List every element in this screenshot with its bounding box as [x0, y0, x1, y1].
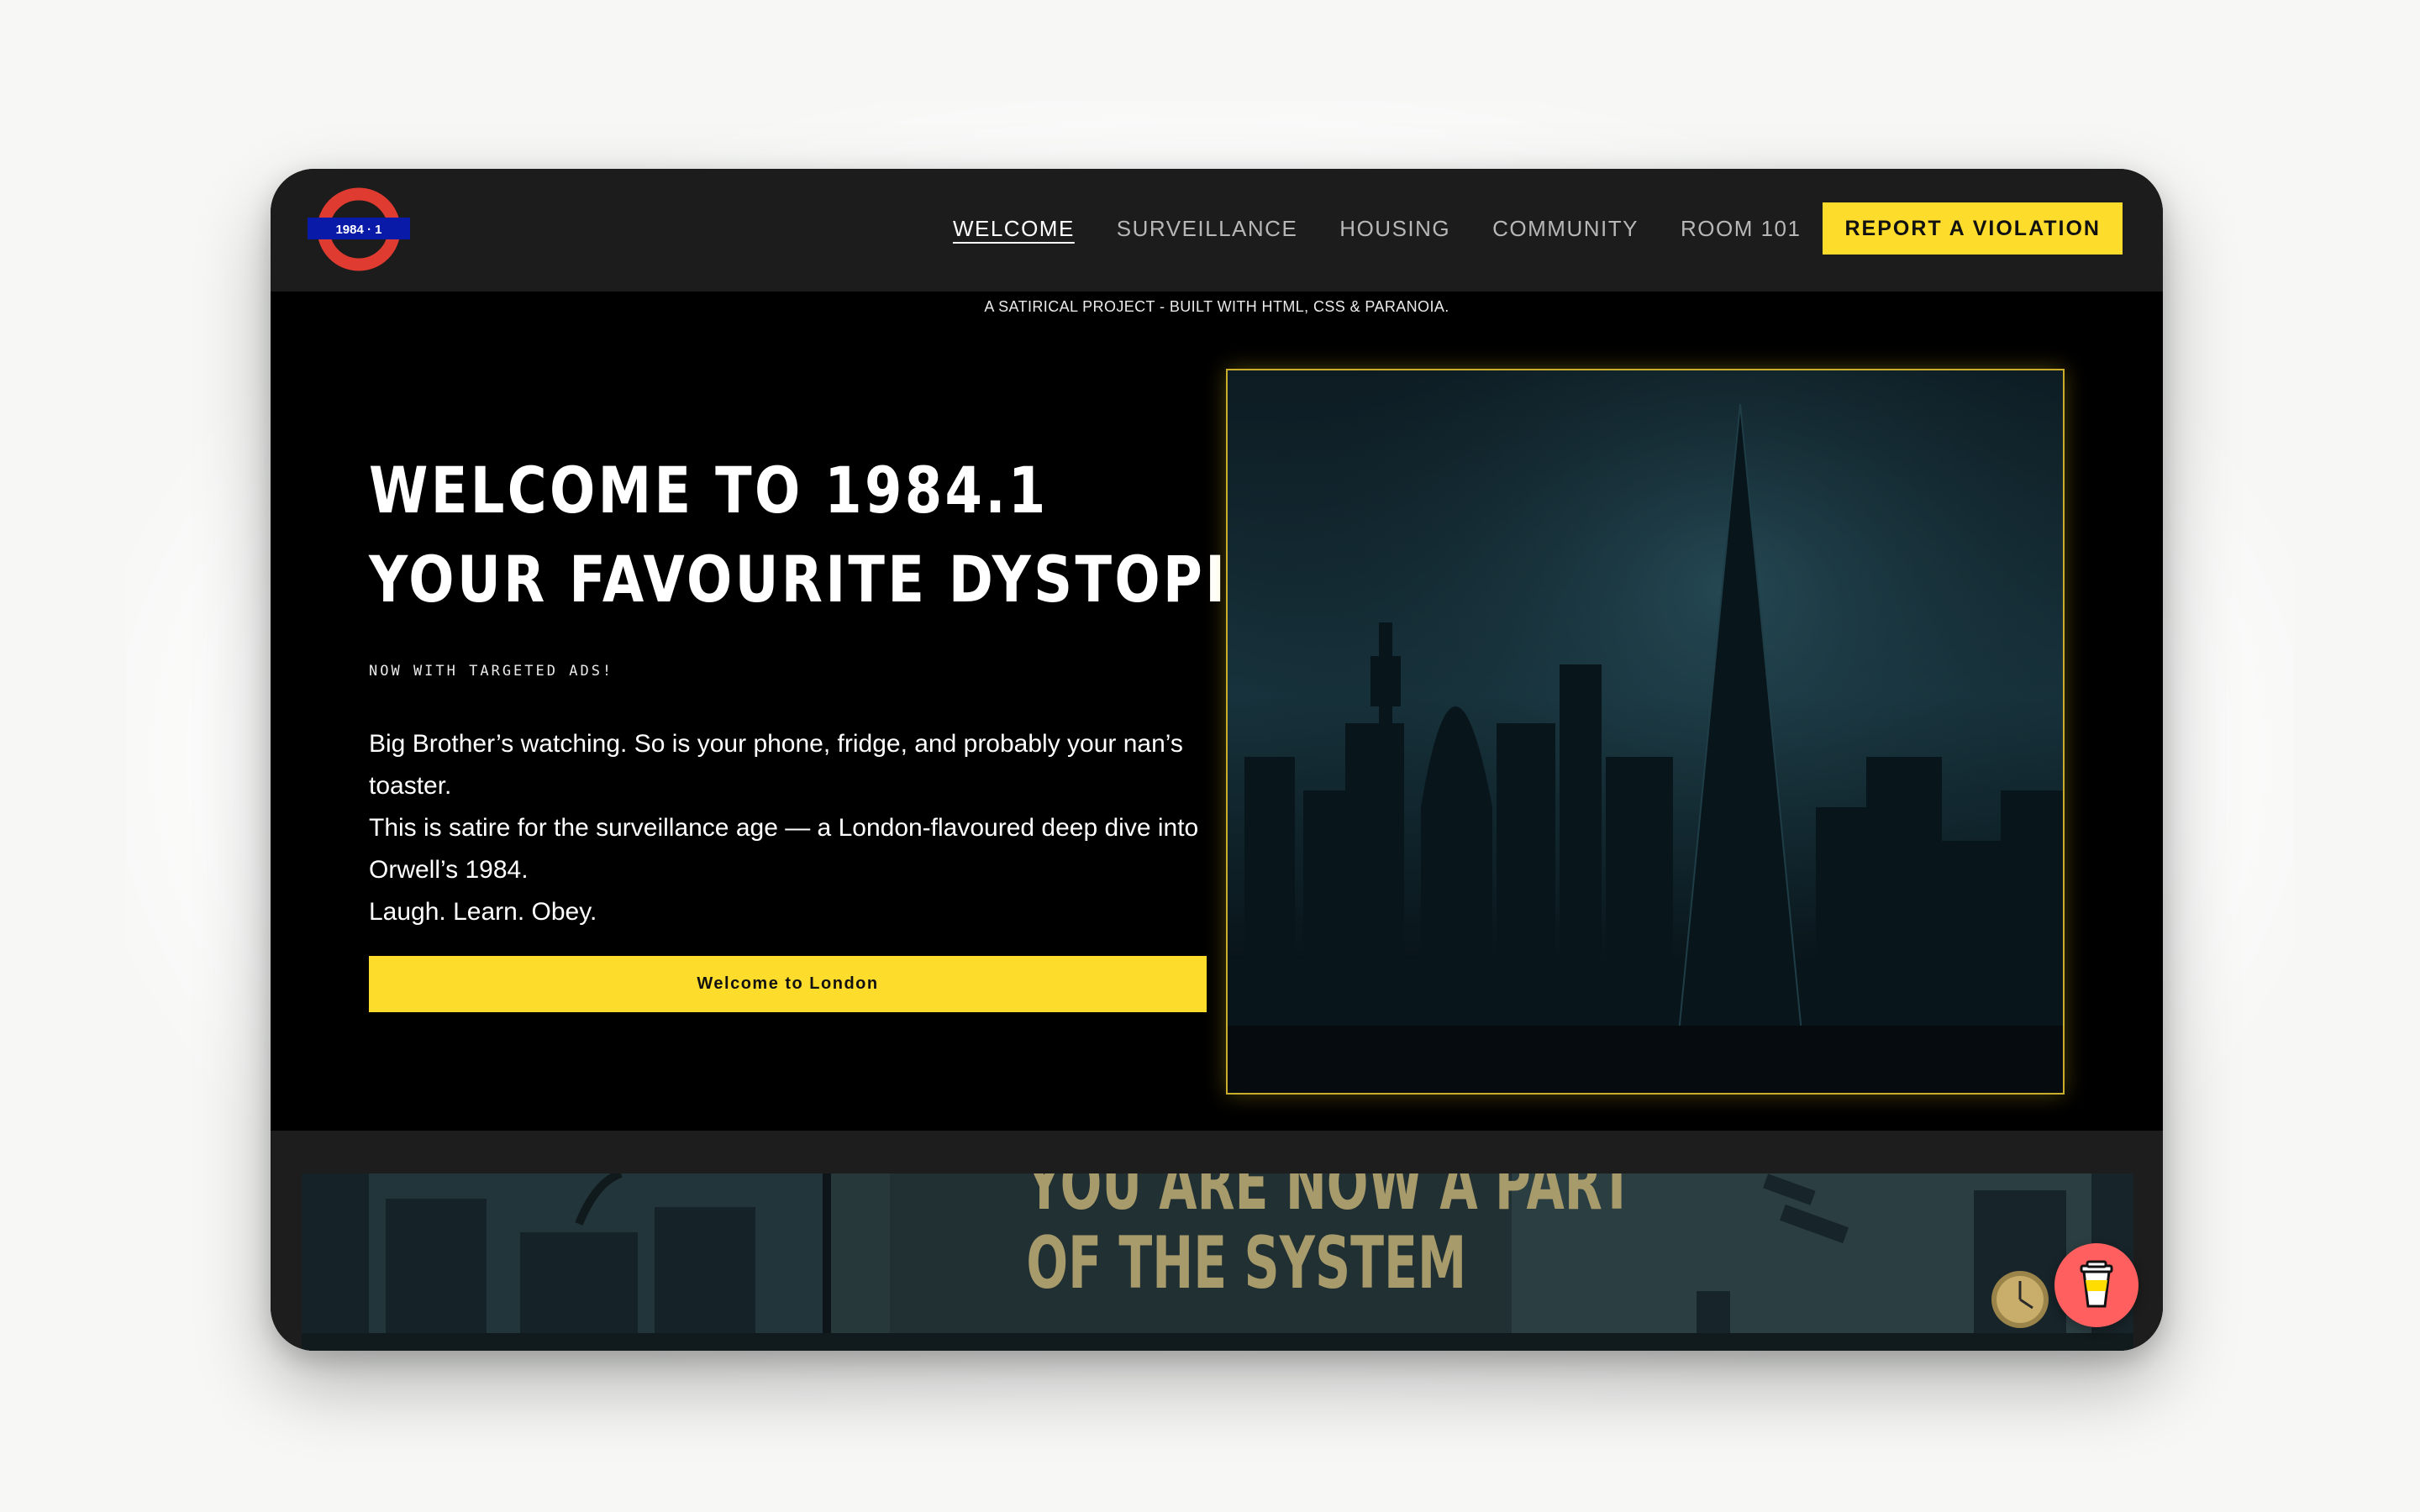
- poster-line1: YOU ARE NOW A PART: [1026, 1173, 1634, 1226]
- main-nav: WELCOME SURVEILLANCE HOUSING COMMUNITY R…: [953, 202, 2123, 255]
- nav-link-welcome[interactable]: WELCOME: [953, 216, 1075, 242]
- browser-window: 1984 · 1 WELCOME SURVEILLANCE HOUSING CO…: [271, 169, 2163, 1351]
- hero-content: WELCOME TO 1984.1 YOUR FAVOURITE DYSTOPI…: [369, 446, 1348, 926]
- hero-title-line1: WELCOME TO 1984.1: [369, 453, 1049, 528]
- nav-link-room-101[interactable]: ROOM 101: [1681, 216, 1802, 242]
- welcome-to-london-button[interactable]: Welcome to London: [369, 956, 1207, 1012]
- hero-desc-line1: Big Brother’s watching. So is your phone…: [369, 730, 1183, 800]
- report-violation-button[interactable]: REPORT A VIOLATION: [1823, 202, 2123, 255]
- hero-title: WELCOME TO 1984.1 YOUR FAVOURITE DYSTOPI…: [369, 446, 1348, 624]
- hero-description: Big Brother’s watching. So is your phone…: [369, 723, 1209, 933]
- hero-kicker: NOW WITH TARGETED ADS!: [369, 663, 614, 680]
- poster-line2: OF THE SYSTEM: [1026, 1221, 1467, 1305]
- hero-desc-line2: This is satire for the surveillance age …: [369, 814, 1199, 884]
- tube-roundel-icon[interactable]: 1984 · 1: [308, 182, 410, 276]
- nav-link-housing[interactable]: HOUSING: [1339, 216, 1450, 242]
- hero-title-line2: YOUR FAVOURITE DYSTOPIA —: [369, 542, 1350, 617]
- system-poster-image: YOU ARE NOW A PART OF THE SYSTEM: [302, 1173, 2133, 1351]
- nav-link-surveillance[interactable]: SURVEILLANCE: [1117, 216, 1298, 242]
- navbar: 1984 · 1 WELCOME SURVEILLANCE HOUSING CO…: [271, 169, 2163, 291]
- nav-link-community[interactable]: COMMUNITY: [1492, 216, 1639, 242]
- tagline: A SATIRICAL PROJECT - BUILT WITH HTML, C…: [984, 298, 1449, 315]
- hero-desc-line3: Laugh. Learn. Obey.: [369, 898, 597, 926]
- logo-text: 1984 · 1: [335, 223, 381, 237]
- london-skyline-image: [1226, 369, 2065, 1095]
- coffee-cup-icon[interactable]: [2054, 1243, 2139, 1327]
- poster-text: YOU ARE NOW A PART OF THE SYSTEM: [1026, 1173, 1634, 1351]
